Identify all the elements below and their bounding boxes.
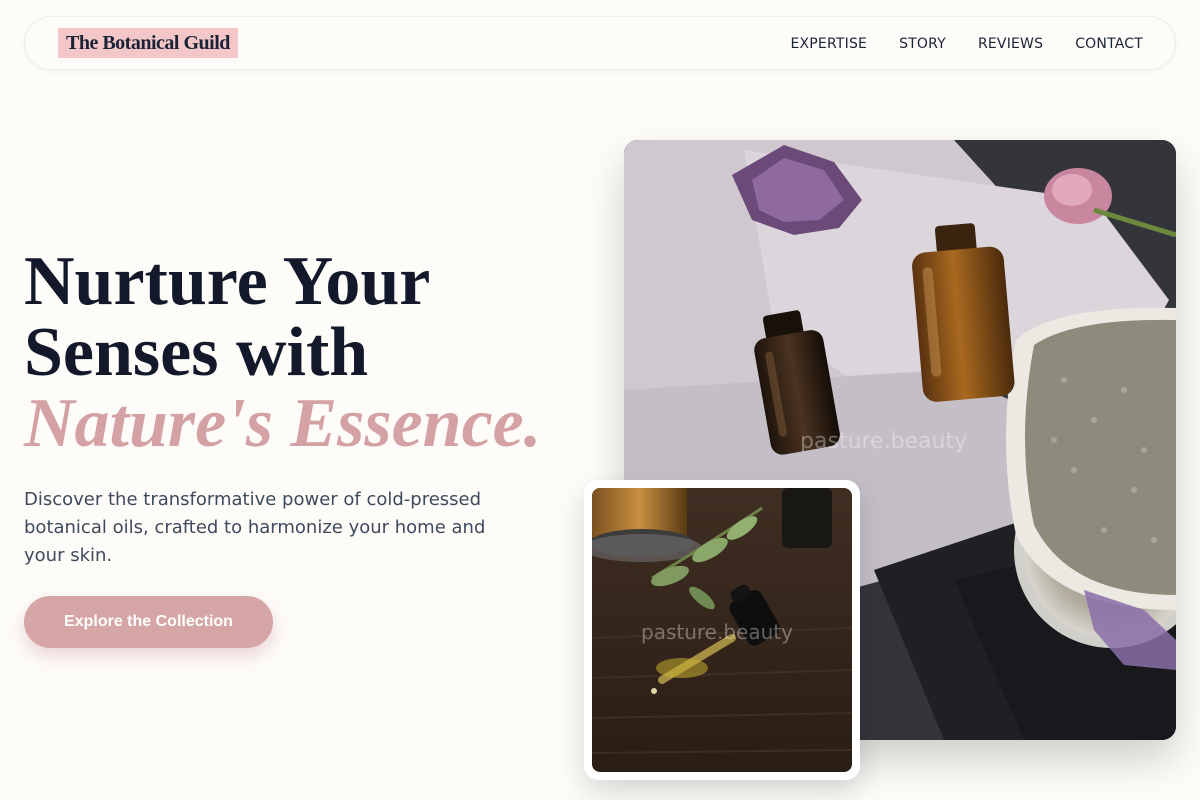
brand-logo[interactable]: The Botanical Guild [58,28,238,58]
nav-link-expertise[interactable]: EXPERTISE [790,36,867,52]
nav-link-story[interactable]: STORY [899,36,946,52]
headline-accent: Nature's Essence. [24,385,542,462]
hero-description: Discover the transformative power of col… [24,489,486,566]
explore-collection-button[interactable]: Explore the Collection [24,596,273,648]
navbar: The Botanical Guild EXPERTISE STORY REVI… [24,16,1176,70]
secondary-image [592,488,852,772]
headline-line-1: Nurture Your [24,243,431,320]
hero-headline: Nurture Your Senses with Nature's Essenc… [24,246,541,459]
headline-line-2: Senses with [24,314,369,391]
nav-link-reviews[interactable]: REVIEWS [978,36,1043,52]
dropper-photo [592,488,852,772]
nav-links: EXPERTISE STORY REVIEWS CONTACT [758,17,1143,71]
secondary-image-card: pasture.beauty [584,480,860,780]
nav-link-contact[interactable]: CONTACT [1075,36,1143,52]
